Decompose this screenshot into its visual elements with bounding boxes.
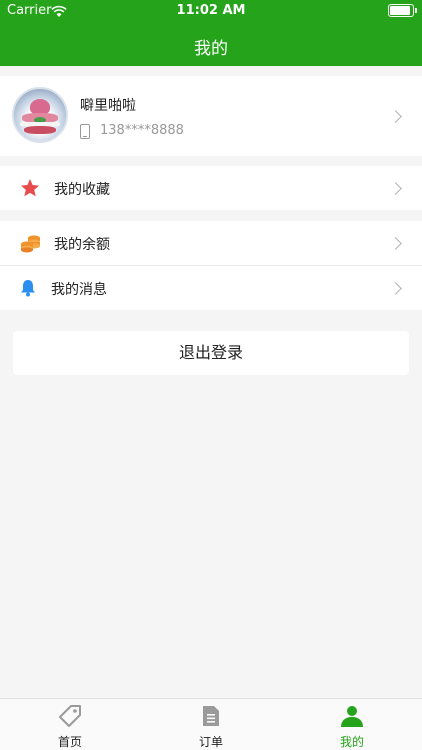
menu-item-messages[interactable]: 我的消息	[0, 266, 422, 310]
tab-label: 首页	[57, 735, 82, 749]
menu-item-balance[interactable]: 我的余额	[0, 221, 422, 265]
star-icon	[20, 178, 40, 202]
nav-bar: Carrier 11:02 AM 我的	[0, 0, 422, 66]
menu-item-favorites[interactable]: 我的收藏	[0, 166, 422, 210]
battery-level	[390, 6, 410, 15]
tab-mine[interactable]: 我的	[282, 699, 422, 750]
chevron-right-icon	[389, 237, 402, 250]
tab-home[interactable]: 首页	[0, 699, 140, 750]
tab-bar: 首页 订单 我的	[0, 698, 422, 750]
battery-icon	[388, 4, 417, 17]
tab-label: 订单	[198, 735, 223, 749]
logout-button[interactable]: 退出登录	[13, 331, 409, 375]
tab-orders[interactable]: 订单	[141, 699, 281, 750]
chevron-right-icon	[389, 182, 402, 195]
avatar[interactable]	[12, 87, 68, 143]
profile-phone: 138****8888	[100, 123, 184, 138]
status-bar: Carrier 11:02 AM	[0, 0, 422, 22]
menu-item-label: 我的余额	[54, 237, 110, 253]
coins-icon	[20, 233, 42, 257]
tag-icon	[58, 704, 82, 728]
tab-label: 我的	[339, 735, 364, 749]
clock: 11:02 AM	[176, 3, 246, 18]
avatar-cake-base	[24, 126, 56, 134]
page-title: 我的	[194, 39, 228, 59]
chevron-right-icon	[389, 110, 402, 123]
document-icon	[199, 704, 223, 728]
profile-name: 噼里啪啦	[80, 98, 136, 114]
menu-item-label: 我的收藏	[54, 182, 110, 198]
chevron-right-icon	[389, 282, 402, 295]
phone-icon	[80, 124, 90, 139]
bell-icon	[20, 279, 36, 301]
person-icon	[340, 704, 364, 728]
profile-card[interactable]: 噼里啪啦 138****8888	[0, 76, 422, 156]
menu-item-label: 我的消息	[51, 282, 107, 298]
